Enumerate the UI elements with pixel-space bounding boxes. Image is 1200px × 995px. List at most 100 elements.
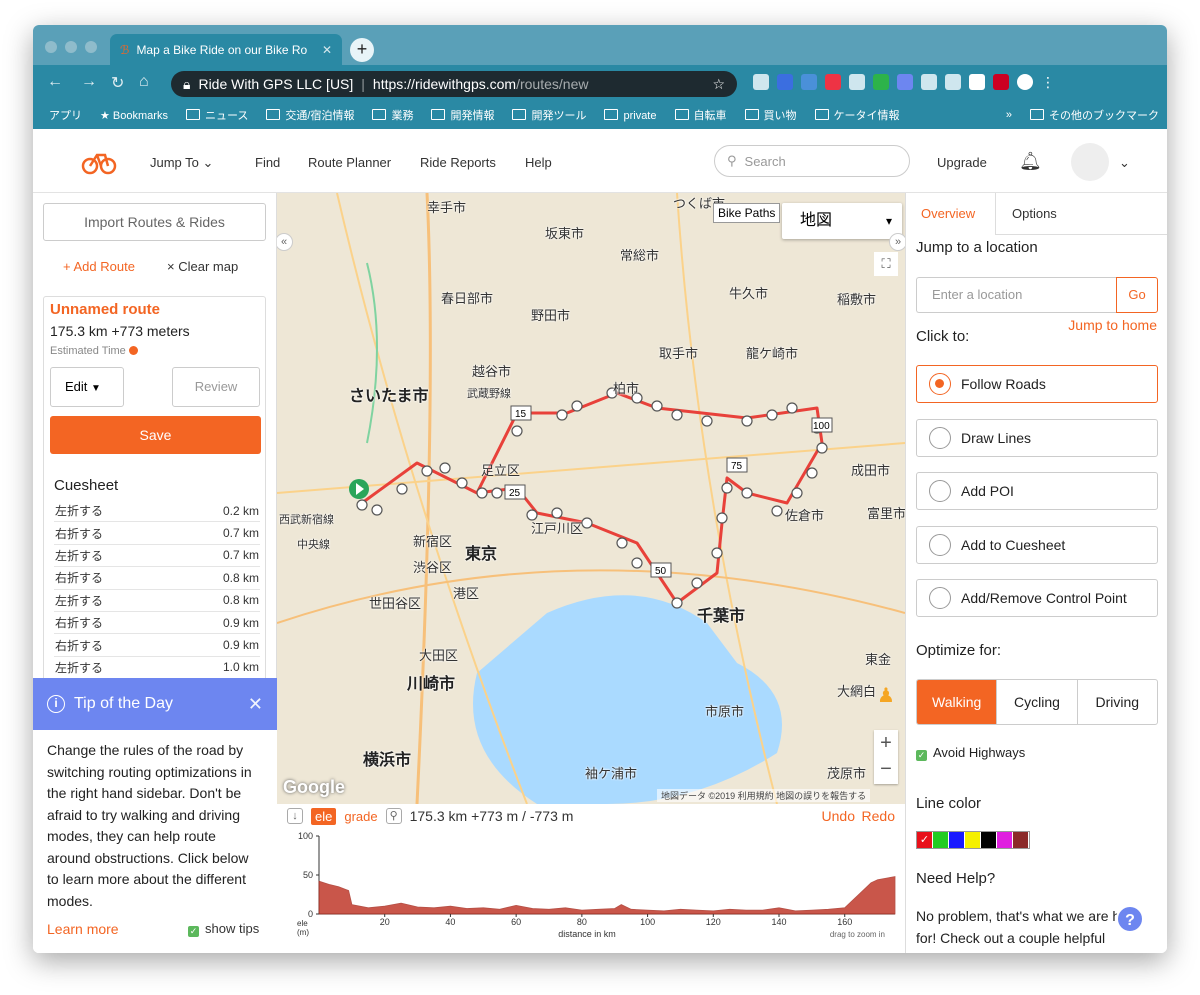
clear-map-link[interactable]: × Clear map	[167, 259, 238, 274]
rwgps-logo-icon[interactable]	[81, 147, 117, 175]
ele-toggle[interactable]: ele	[311, 807, 337, 825]
tab-options[interactable]: Options	[1012, 193, 1057, 235]
import-routes-button[interactable]: Import Routes & Rides	[43, 203, 266, 241]
color-swatch[interactable]	[1013, 832, 1029, 848]
help-bubble-icon[interactable]: ?	[1116, 905, 1144, 933]
grade-toggle[interactable]: grade	[344, 809, 377, 824]
save-button[interactable]: Save	[50, 416, 261, 454]
optimize-driving[interactable]: Driving	[1078, 680, 1157, 724]
undo-button[interactable]: Undo	[822, 808, 855, 824]
profile-icon[interactable]	[1017, 74, 1033, 90]
bookmark-folder[interactable]: private	[604, 109, 656, 122]
redo-button[interactable]: Redo	[862, 808, 895, 824]
extension-icon[interactable]	[945, 74, 961, 90]
avatar[interactable]	[1071, 143, 1109, 181]
menu-kebab-icon[interactable]: ⋮	[1041, 74, 1055, 90]
extension-icon[interactable]	[801, 74, 817, 90]
new-tab-button[interactable]: +	[350, 38, 374, 62]
street-view-pegman-icon[interactable]: ♟	[877, 683, 895, 708]
upgrade-link[interactable]: Upgrade	[937, 155, 987, 170]
back-icon[interactable]: ←	[47, 73, 63, 91]
collapse-elevation-icon[interactable]: ↓	[287, 808, 303, 824]
tab-close-icon[interactable]: ✕	[322, 43, 332, 57]
nav-jump-to[interactable]: Jump To ⌄	[150, 155, 213, 171]
extension-icon[interactable]	[873, 74, 889, 90]
extension-icon[interactable]	[897, 74, 913, 90]
learn-more-link[interactable]: Learn more	[47, 921, 119, 937]
bookmark-folder[interactable]: 交通/宿泊情報	[266, 107, 354, 123]
bookmark-folder[interactable]: 業務	[372, 107, 413, 123]
chevron-down-icon[interactable]: ⌄	[1119, 155, 1130, 171]
extension-icon[interactable]	[753, 74, 769, 90]
map-type-select[interactable]: 地図	[782, 203, 902, 239]
cue-row[interactable]: 右折する 0.9 km	[54, 634, 260, 657]
window-close-light[interactable]	[45, 41, 57, 53]
bookmark-folder[interactable]: ケータイ情報	[815, 107, 900, 123]
cue-row[interactable]: 右折する 0.9 km	[54, 612, 260, 635]
extension-icon[interactable]	[969, 74, 985, 90]
nav-find[interactable]: Find	[255, 155, 280, 170]
color-swatch[interactable]	[997, 832, 1013, 848]
extension-icon[interactable]	[777, 74, 793, 90]
color-swatch[interactable]: ✓	[917, 832, 933, 848]
optimize-walking[interactable]: Walking	[917, 680, 998, 724]
optimize-cycling[interactable]: Cycling	[997, 680, 1078, 724]
bookmark-folder[interactable]: ニュース	[186, 107, 248, 123]
go-button[interactable]: Go	[1116, 277, 1158, 313]
nav-help[interactable]: Help	[525, 155, 552, 170]
nav-ride-reports[interactable]: Ride Reports	[420, 155, 496, 170]
nav-route-planner[interactable]: Route Planner	[308, 155, 391, 170]
extension-icon[interactable]	[921, 74, 937, 90]
mode-add-poi[interactable]: Add POI	[916, 472, 1158, 510]
cue-row[interactable]: 左折する 0.2 km	[54, 500, 260, 523]
color-swatch[interactable]	[933, 832, 949, 848]
color-swatch[interactable]	[949, 832, 965, 848]
review-button[interactable]: Review	[172, 367, 260, 407]
reload-icon[interactable]: ↻	[111, 73, 124, 93]
window-minimize-light[interactable]	[65, 41, 77, 53]
map-canvas[interactable]: 15 25 100 75 50	[277, 193, 905, 804]
extension-icon[interactable]	[825, 74, 841, 90]
bookmark-folder[interactable]: 買い物	[745, 107, 797, 123]
cue-row[interactable]: 右折する 0.7 km	[54, 522, 260, 545]
browser-tab[interactable]: ℬ Map a Bike Ride on our Bike Ro ✕	[110, 34, 342, 65]
omnibox[interactable]: 🔒︎ Ride With GPS LLC [US] | https://ride…	[171, 71, 737, 97]
cue-row[interactable]: 左折する 0.7 km	[54, 545, 260, 568]
tab-overview[interactable]: Overview	[906, 193, 996, 235]
estimated-time[interactable]: Estimated Time	[50, 345, 138, 357]
window-zoom-light[interactable]	[85, 41, 97, 53]
info-icon[interactable]	[128, 346, 138, 355]
fullscreen-icon[interactable]: ⛶	[874, 252, 898, 276]
search-input[interactable]: ⚲ Search	[714, 145, 910, 177]
cue-row[interactable]: 左折する 1.0 km	[54, 657, 260, 680]
show-tips-checkbox[interactable]: ✓ show tips	[188, 921, 259, 937]
bookmark-bookmarks[interactable]: ★ Bookmarks	[100, 109, 168, 122]
other-bookmarks[interactable]: その他のブックマーク	[1030, 107, 1159, 123]
bookmark-folder[interactable]: 自転車	[675, 107, 727, 123]
zoom-in-button[interactable]: +	[874, 730, 898, 756]
forward-icon[interactable]: →	[81, 73, 97, 91]
route-name[interactable]: Unnamed route	[50, 301, 160, 318]
color-swatch[interactable]	[965, 832, 981, 848]
edit-dropdown[interactable]: Edit ▼	[50, 367, 124, 407]
elevation-chart[interactable]: 100 50 0 20 40 60 80 100 120 140 160 ele(m) distance…	[277, 828, 905, 953]
collapse-right-icon[interactable]: »	[889, 233, 905, 251]
extension-icon[interactable]	[849, 74, 865, 90]
mode-add-to-cuesheet[interactable]: Add to Cuesheet	[916, 526, 1158, 564]
bell-icon[interactable]: 🔔︎	[1019, 151, 1042, 172]
location-input[interactable]: Enter a location	[916, 277, 1116, 313]
home-icon[interactable]: ⌂	[139, 73, 149, 91]
mode-follow-roads[interactable]: Follow Roads	[916, 365, 1158, 403]
cue-row[interactable]: 右折する 0.8 km	[54, 567, 260, 590]
bookmarks-overflow[interactable]: »	[1006, 109, 1012, 121]
color-swatch[interactable]	[981, 832, 997, 848]
bookmark-star-icon[interactable]: ☆	[712, 76, 725, 93]
bookmark-folder[interactable]: 開発ツール	[512, 107, 586, 123]
map-attribution[interactable]: 地図データ ©2019 利用規約 地図の誤りを報告する	[657, 789, 871, 802]
zoom-out-button[interactable]: −	[874, 756, 898, 782]
mode-control-point[interactable]: Add/Remove Control Point	[916, 579, 1158, 617]
mode-draw-lines[interactable]: Draw Lines	[916, 419, 1158, 457]
add-route-link[interactable]: + Add Route	[63, 259, 135, 274]
bookmark-apps[interactable]: アプリ	[49, 107, 82, 123]
bookmark-folder[interactable]: 開発情報	[431, 107, 494, 123]
